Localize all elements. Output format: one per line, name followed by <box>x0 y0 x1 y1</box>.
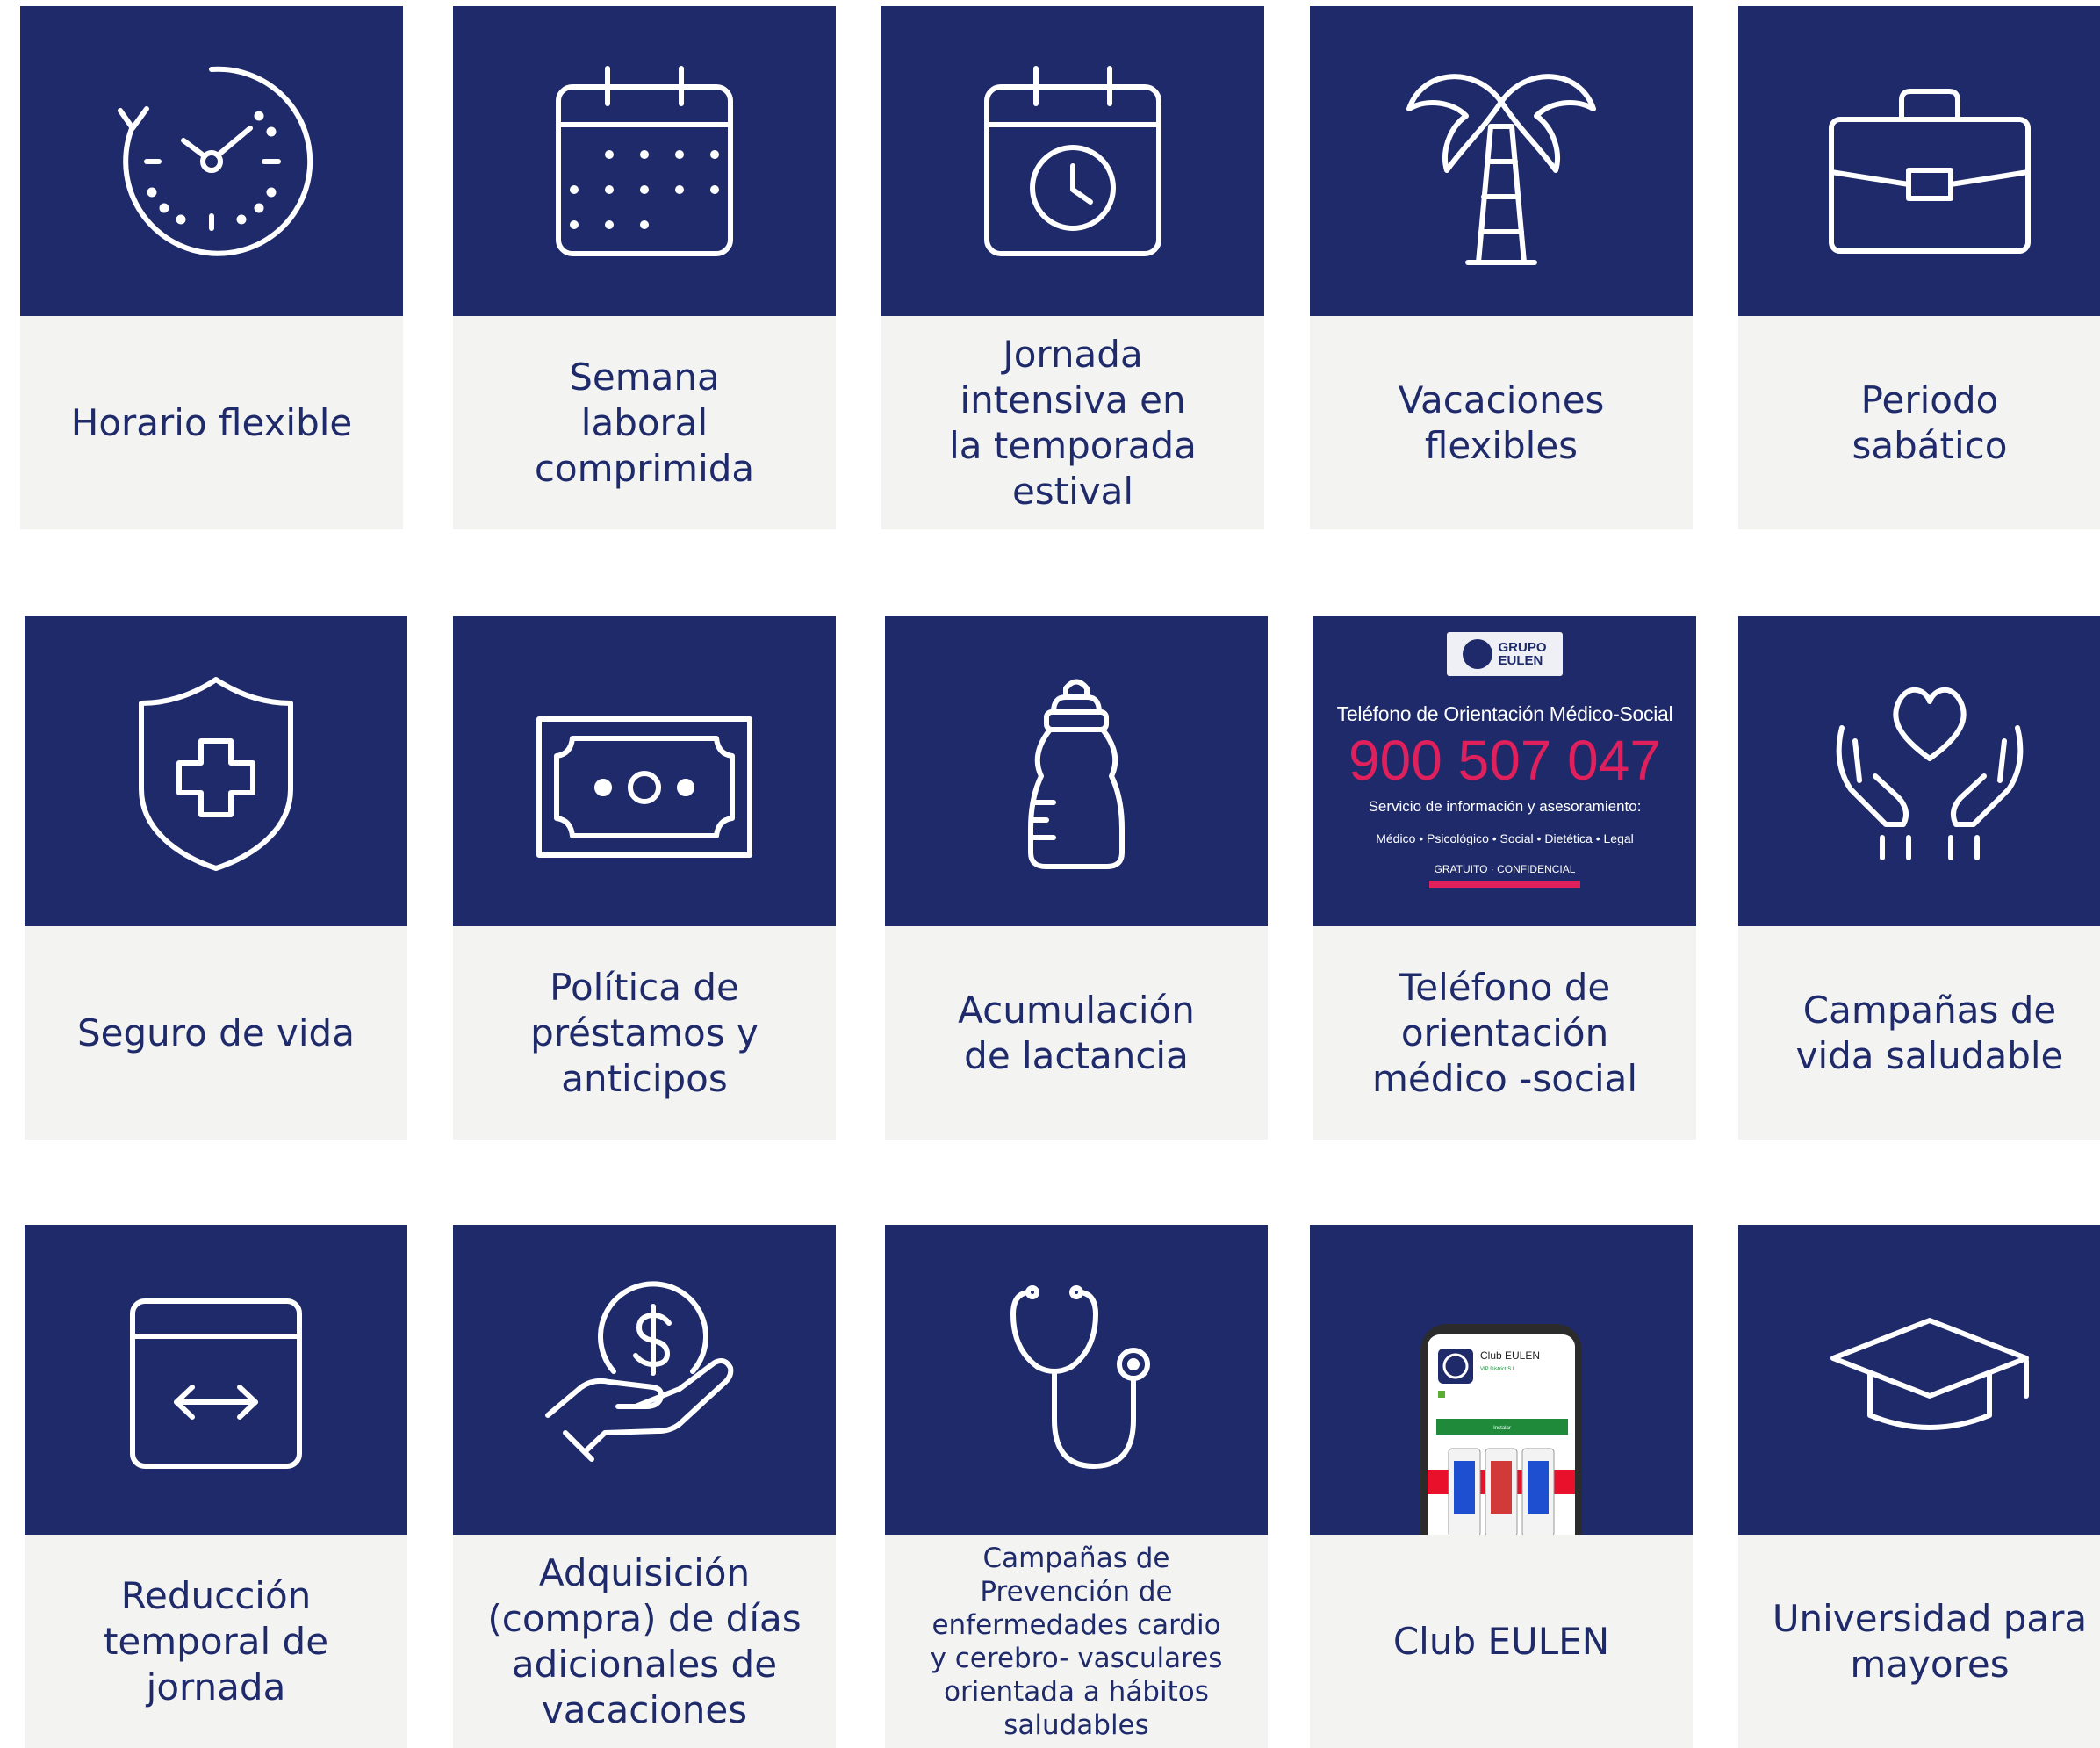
benefit-label: Campañas de Prevención de enfermedades c… <box>930 1542 1223 1741</box>
benefit-label: Universidad para mayores <box>1772 1596 2088 1686</box>
graduation-cap-icon <box>1830 1317 2029 1430</box>
benefit-card-compra-dias-vacaciones: Adquisición (compra) de días adicionales… <box>453 1225 836 1748</box>
app-name-text: Club EULEN <box>1480 1349 1540 1362</box>
benefit-card-universidad-mayores: Universidad para mayores <box>1738 1225 2100 1748</box>
hands-heart-icon <box>1836 687 2024 860</box>
benefit-card-politica-prestamos: Política de préstamos y anticipos <box>453 616 836 1140</box>
hand-coin-icon <box>545 1280 734 1462</box>
benefit-label: Vacaciones flexibles <box>1398 378 1605 467</box>
palm-tree-icon <box>1406 73 1596 265</box>
benefit-label: Teléfono de orientación médico -social <box>1371 965 1638 1100</box>
promo-subtitle: Servicio de información y asesoramiento: <box>1368 798 1642 815</box>
promo-phone-number: 900 507 047 <box>1348 729 1661 792</box>
promo-footer: GRATUITO · CONFIDENCIAL <box>1434 863 1576 875</box>
label-panel: Jornada intensiva en la temporada estiva… <box>881 316 1264 529</box>
grupo-eulen-logo: GRUPO EULEN <box>1447 632 1563 676</box>
label-panel: Semana laboral comprimida <box>453 316 836 529</box>
benefit-label: Reducción temporal de jornada <box>103 1573 329 1708</box>
install-button-text: Instalar <box>1493 1426 1511 1431</box>
label-panel: Reducción temporal de jornada <box>25 1535 407 1748</box>
icon-panel <box>20 6 403 316</box>
benefit-label: Campañas de vida saludable <box>1795 988 2064 1077</box>
benefit-label: Horario flexible <box>70 400 353 444</box>
label-panel: Seguro de vida <box>25 926 407 1140</box>
benefit-label: Club EULEN <box>1392 1619 1610 1663</box>
calendar-icon <box>556 65 733 256</box>
benefit-card-reduccion-temporal: Reducción temporal de jornada <box>25 1225 407 1748</box>
label-panel: Vacaciones flexibles <box>1310 316 1693 529</box>
label-panel: Campañas de Prevención de enfermedades c… <box>885 1535 1268 1748</box>
phone-promo-image: GRUPO EULEN Teléfono de Orientación Médi… <box>1313 616 1696 926</box>
promo-accent-bar <box>1429 881 1580 888</box>
icon-panel <box>885 616 1268 926</box>
label-panel: Horario flexible <box>20 316 403 529</box>
logo-text: GRUPO EULEN <box>1498 640 1547 668</box>
benefit-card-campanas-prevencion: Campañas de Prevención de enfermedades c… <box>885 1225 1268 1748</box>
icon-panel <box>1310 6 1693 316</box>
clock-icon <box>118 66 313 256</box>
benefit-card-periodo-sabatico: Periodo sabático <box>1738 6 2100 529</box>
icon-panel <box>881 6 1264 316</box>
icon-panel <box>885 1225 1268 1535</box>
briefcase-icon <box>1829 88 2031 254</box>
promo-title: Teléfono de Orientación Médico-Social <box>1336 702 1673 725</box>
label-panel: Acumulación de lactancia <box>885 926 1268 1140</box>
benefit-card-telefono-orientacion: GRUPO EULEN Teléfono de Orientación Médi… <box>1313 616 1696 1140</box>
benefit-label: Acumulación de lactancia <box>958 988 1195 1077</box>
calendar-arrows-icon <box>130 1298 302 1469</box>
icon-panel <box>1738 616 2100 926</box>
icon-panel <box>453 1225 836 1535</box>
label-panel: Política de préstamos y anticipos <box>453 926 836 1140</box>
benefit-label: Política de préstamos y anticipos <box>530 965 759 1100</box>
benefit-card-semana-laboral-comprimida: Semana laboral comprimida <box>453 6 836 529</box>
eulen-emblem-icon <box>1463 639 1493 669</box>
smartphone-app-icon: Club EULEN VIP District S.L. Instalar <box>1420 1324 1582 1535</box>
label-panel: Periodo sabático <box>1738 316 2100 529</box>
icon-panel <box>453 6 836 316</box>
baby-bottle-icon <box>1028 679 1125 869</box>
benefit-label: Periodo sabático <box>1852 378 2008 467</box>
label-panel: Adquisición (compra) de días adicionales… <box>453 1535 836 1748</box>
label-panel: Club EULEN <box>1310 1535 1693 1748</box>
stethoscope-icon <box>1010 1284 1150 1469</box>
icon-panel: Club EULEN VIP District S.L. Instalar <box>1310 1225 1693 1535</box>
label-panel: Teléfono de orientación médico -social <box>1313 926 1696 1140</box>
benefit-label: Seguro de vida <box>77 1011 355 1054</box>
banknote-icon <box>536 716 752 858</box>
icon-panel <box>1738 1225 2100 1535</box>
icon-panel <box>25 616 407 926</box>
benefit-card-campanas-vida-saludable: Campañas de vida saludable <box>1738 616 2100 1140</box>
benefit-card-jornada-intensiva: Jornada intensiva en la temporada estiva… <box>881 6 1264 529</box>
benefit-label: Adquisición (compra) de días adicionales… <box>487 1550 802 1731</box>
shield-plus-icon <box>139 676 293 871</box>
benefit-label: Semana laboral comprimida <box>534 355 755 490</box>
benefit-card-vacaciones-flexibles: Vacaciones flexibles <box>1310 6 1693 529</box>
benefit-label: Jornada intensiva en la temporada estiva… <box>949 332 1197 513</box>
promo-services: Médico • Psicológico • Social • Dietétic… <box>1376 831 1634 845</box>
app-developer-text: VIP District S.L. <box>1480 1367 1517 1372</box>
icon-panel <box>453 616 836 926</box>
benefit-card-horario-flexible: Horario flexible <box>20 6 403 529</box>
icon-panel <box>25 1225 407 1535</box>
benefit-card-acumulacion-lactancia: Acumulación de lactancia <box>885 616 1268 1140</box>
benefit-card-seguro-de-vida: Seguro de vida <box>25 616 407 1140</box>
label-panel: Campañas de vida saludable <box>1738 926 2100 1140</box>
icon-panel <box>1738 6 2100 316</box>
phone-promo-panel: GRUPO EULEN Teléfono de Orientación Médi… <box>1313 616 1696 926</box>
label-panel: Universidad para mayores <box>1738 1535 2100 1748</box>
benefit-card-club-eulen: Club EULEN VIP District S.L. Instalar Cl… <box>1310 1225 1693 1748</box>
calendar-clock-icon <box>984 65 1161 256</box>
